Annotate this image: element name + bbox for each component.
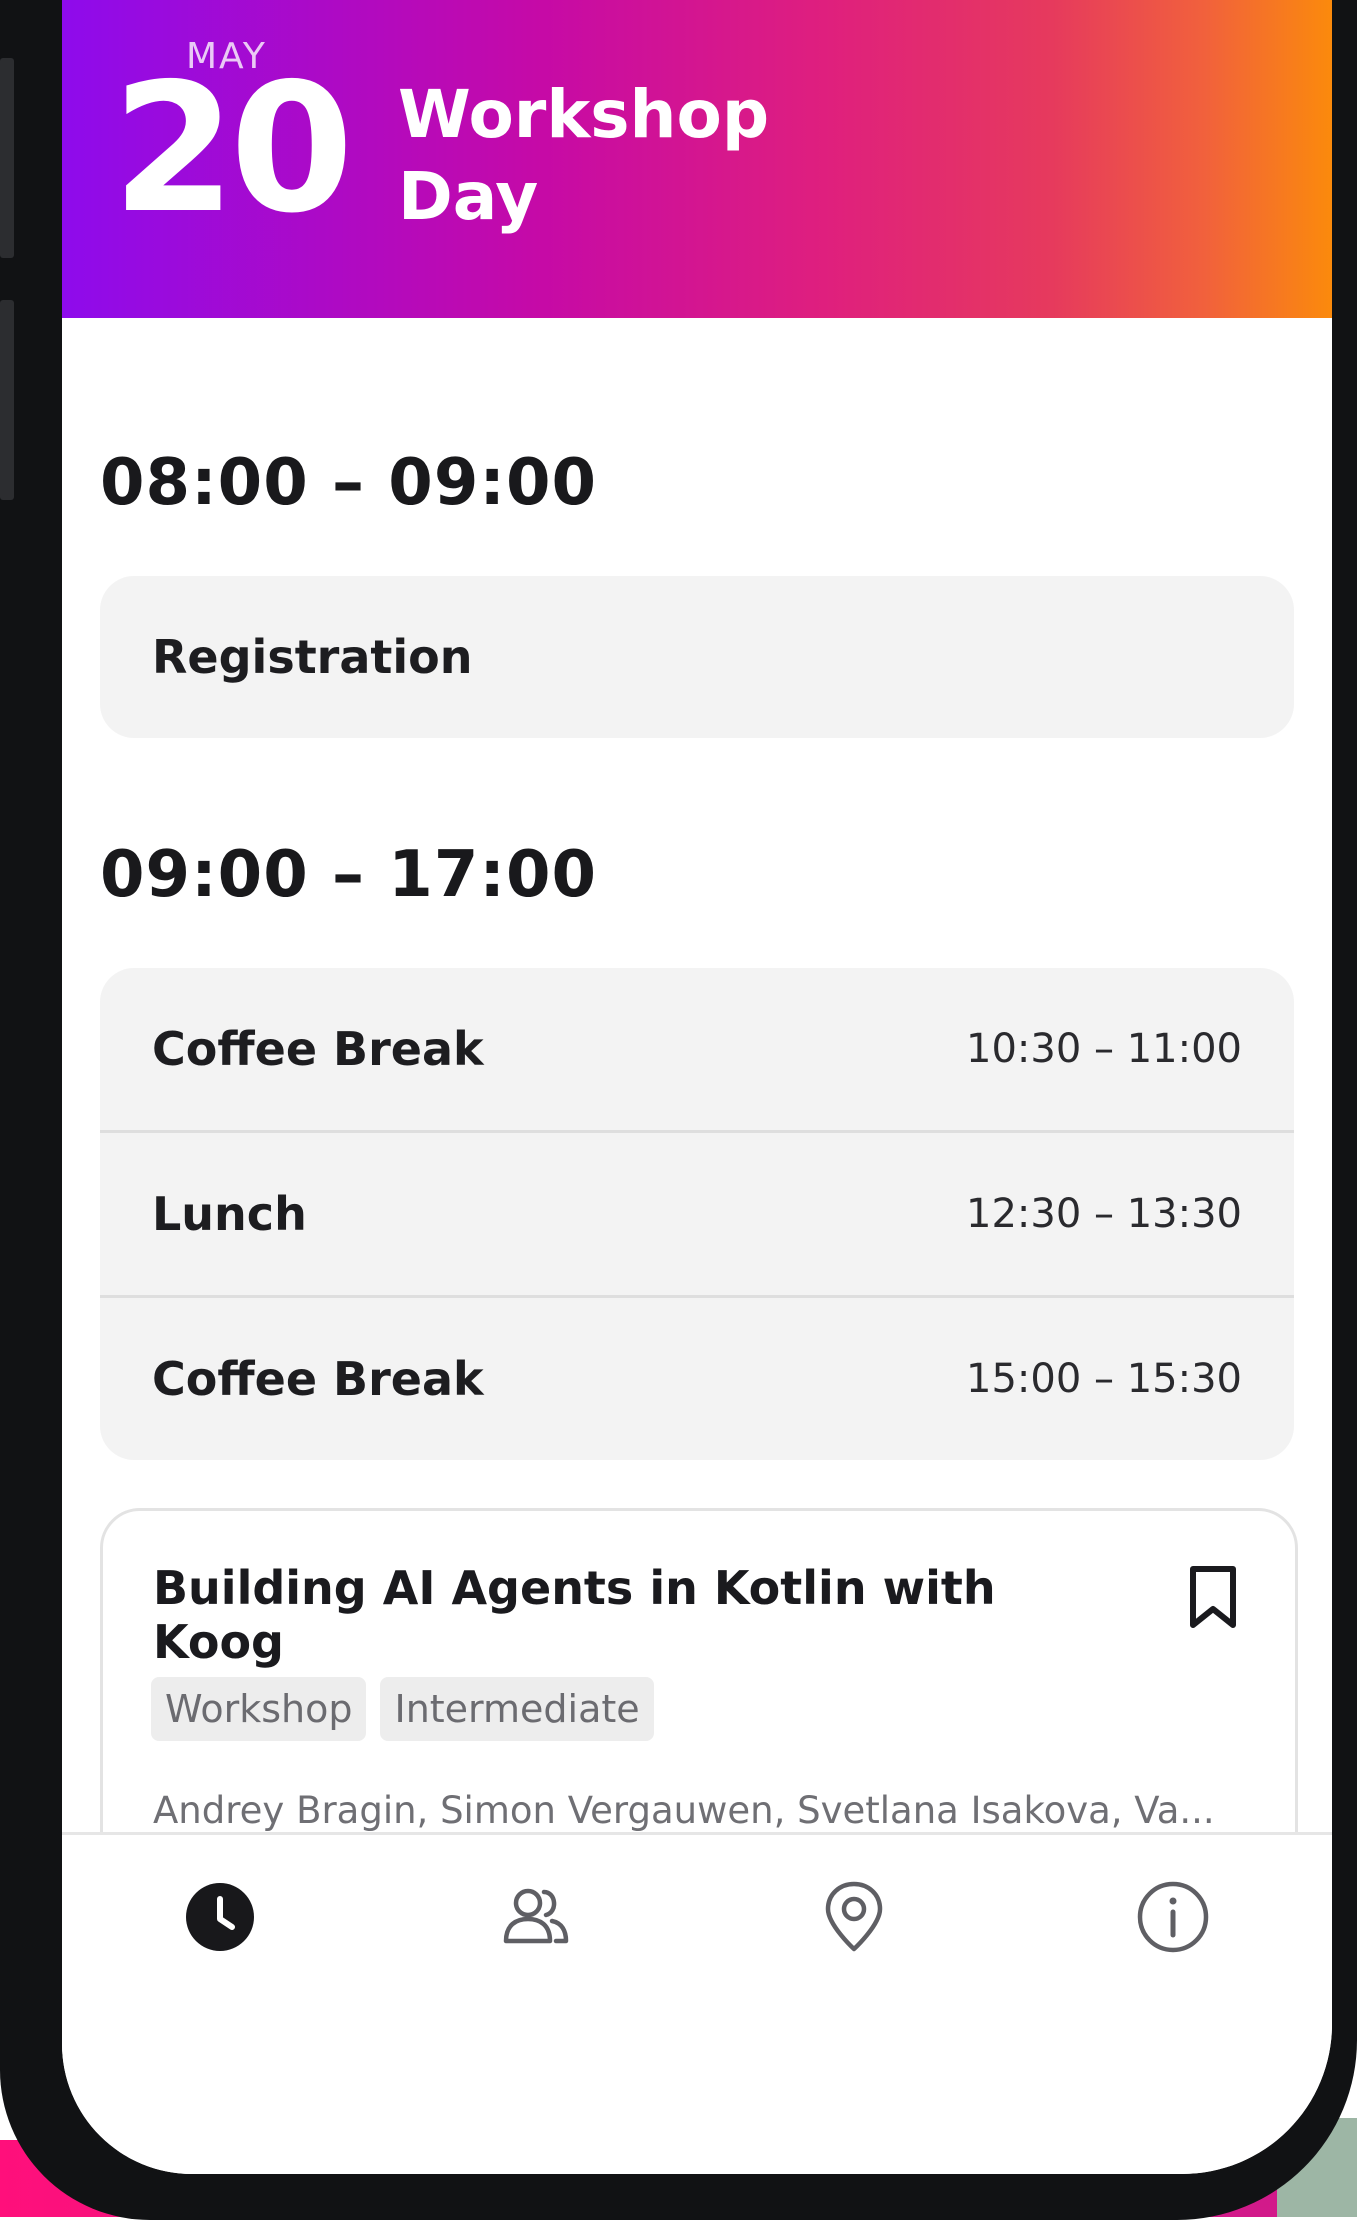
clock-icon: [186, 1883, 254, 1951]
schedule-item-coffee-break[interactable]: Coffee Break 15:00 – 15:30: [100, 1295, 1294, 1460]
item-time: 10:30 – 11:00: [966, 1026, 1242, 1072]
session-speakers: Andrey Bragin, Simon Vergauwen, Svetlana…: [153, 1789, 1215, 1832]
session-tags: Workshop Intermediate: [151, 1677, 654, 1741]
schedule-item-coffee-break[interactable]: Coffee Break 10:30 – 11:00: [100, 968, 1294, 1130]
location-pin-icon: [825, 1881, 883, 1952]
slot-card: Registration: [100, 576, 1294, 738]
nav-speakers[interactable]: [496, 1877, 576, 1957]
nav-schedule[interactable]: [180, 1877, 260, 1957]
nav-info[interactable]: [1133, 1877, 1213, 1957]
day-header: MAY 20 Workshop Day: [62, 0, 1332, 318]
schedule-item-lunch[interactable]: Lunch 12:30 – 13:30: [100, 1130, 1294, 1295]
phone-frame: MAY 20 Workshop Day 08:00 – 09:00 Regist…: [0, 0, 1357, 2220]
item-title: Registration: [152, 630, 473, 684]
schedule-list[interactable]: 08:00 – 09:00 Registration 09:00 – 17:00…: [62, 318, 1332, 1912]
session-title: Building AI Agents in Kotlin with Koog: [153, 1561, 996, 1669]
slot-time: 08:00 – 09:00: [100, 446, 597, 520]
item-title: Coffee Break: [152, 1352, 484, 1406]
item-title: Coffee Break: [152, 1022, 484, 1076]
slot-card: Coffee Break 10:30 – 11:00 Lunch 12:30 –…: [100, 968, 1294, 1460]
schedule-item-registration[interactable]: Registration: [100, 576, 1294, 738]
nav-venue[interactable]: [814, 1877, 894, 1957]
side-button: [0, 58, 14, 258]
tag-workshop: Workshop: [151, 1677, 367, 1741]
info-icon: [1137, 1881, 1209, 1953]
people-icon: [503, 1888, 569, 1944]
slot-time: 09:00 – 17:00: [100, 838, 597, 912]
item-time: 15:00 – 15:30: [966, 1356, 1242, 1402]
item-title: Lunch: [152, 1187, 307, 1241]
header-day-title: Workshop Day: [398, 76, 770, 235]
header-day-number: 20: [112, 45, 354, 252]
side-button: [0, 300, 14, 500]
bottom-navigation: [62, 1832, 1332, 2174]
item-time: 12:30 – 13:30: [966, 1191, 1242, 1237]
tag-level: Intermediate: [380, 1677, 654, 1741]
bookmark-icon[interactable]: [1187, 1565, 1239, 1631]
app-screen: MAY 20 Workshop Day 08:00 – 09:00 Regist…: [62, 0, 1332, 2174]
